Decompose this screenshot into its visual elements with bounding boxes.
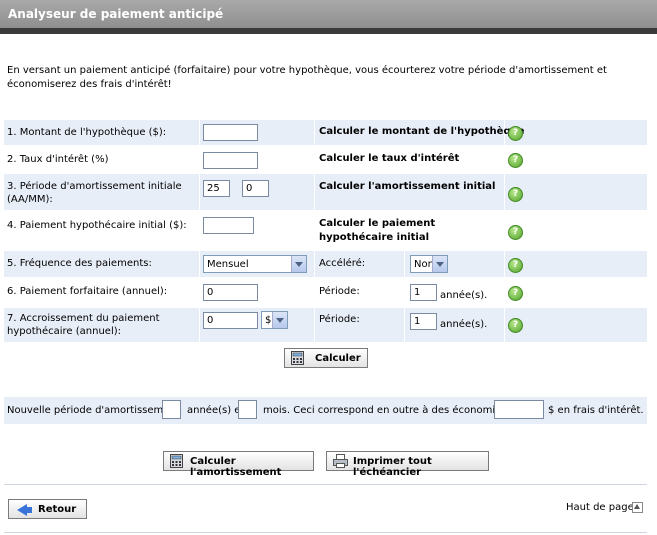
result-suffix: $ en frais d'intérêt.	[548, 405, 644, 416]
divider	[4, 484, 647, 485]
interest-rate-label: 2. Taux d'intérêt (%)	[7, 154, 109, 165]
payment-increase-label: 7. Accroissement du paiement hypothécair…	[7, 313, 160, 337]
payment-frequency-label: 5. Fréquence des paiements:	[7, 258, 152, 269]
footer-divider	[4, 532, 647, 533]
interest-rate-input[interactable]	[203, 152, 258, 169]
calc-amortization-label: Calculer l'amortissement	[190, 456, 282, 478]
back-to-top-link[interactable]: Haut de page	[566, 502, 634, 513]
initial-payment-input[interactable]	[203, 217, 254, 234]
lump-sum-period-input[interactable]	[410, 284, 437, 301]
accelerated-select[interactable]: Non	[410, 255, 448, 273]
header-divider	[0, 28, 657, 34]
payment-increase-input[interactable]	[203, 312, 258, 329]
calc-amortization-link[interactable]: Calculer l'amortissement initial	[319, 180, 495, 194]
help-icon[interactable]: ?	[508, 126, 523, 141]
payment-increase-period-label: Période:	[319, 314, 360, 325]
calc-interest-rate-link[interactable]: Calculer le taux d'intérêt	[319, 152, 459, 166]
calculate-button-label: Calculer	[315, 353, 361, 364]
help-icon[interactable]: ?	[508, 153, 523, 168]
calc-amortization-button[interactable]: Calculer l'amortissement	[163, 451, 314, 478]
back-button-label: Retour	[38, 504, 77, 515]
row-lump-sum: 6. Paiement forfaitaire (annuel): Périod…	[4, 279, 647, 307]
lump-sum-input[interactable]	[203, 284, 258, 301]
help-icon[interactable]: ?	[508, 318, 523, 333]
help-icon[interactable]: ?	[508, 258, 523, 273]
payment-frequency-select[interactable]: Mensuel	[203, 255, 307, 273]
new-amortization-months-field[interactable]	[238, 400, 257, 419]
row-payment-frequency: 5. Fréquence des paiements: Mensuel Accé…	[4, 251, 647, 277]
result-row: Nouvelle période d'amortissement année(s…	[4, 397, 647, 424]
amortization-months-input[interactable]	[242, 180, 269, 197]
calc-mortgage-amount-link[interactable]: Calculer le montant de l'hypothèque	[319, 125, 525, 139]
chevron-down-icon	[291, 256, 306, 272]
calculator-icon	[291, 351, 304, 365]
amortization-years-input[interactable]	[203, 180, 230, 197]
amortization-label: 3. Période d'amortissement initiale (AA/…	[7, 181, 182, 205]
interest-savings-field[interactable]	[494, 400, 544, 419]
row-mortgage-amount: 1. Montant de l'hypothèque ($): Calculer…	[4, 120, 647, 145]
lump-sum-label: 6. Paiement forfaitaire (annuel):	[7, 286, 168, 297]
chevron-down-icon	[272, 312, 287, 328]
mortgage-amount-input[interactable]	[203, 124, 258, 141]
page-title: Analyseur de paiement anticipé	[8, 7, 224, 21]
mortgage-amount-label: 1. Montant de l'hypothèque ($):	[7, 127, 167, 138]
help-icon[interactable]: ?	[508, 286, 523, 301]
chevron-down-icon	[432, 256, 447, 272]
new-amortization-years-field[interactable]	[162, 400, 181, 419]
row-interest-rate: 2. Taux d'intérêt (%) Calculer le taux d…	[4, 146, 647, 172]
result-months-unit: mois. Ceci correspond en outre à des éco…	[263, 405, 523, 416]
intro-text: En versant un paiement anticipé (forfait…	[7, 65, 607, 90]
payment-increase-type-select[interactable]: $	[261, 311, 288, 329]
print-schedule-button[interactable]: Imprimer tout l'échéancier	[326, 451, 489, 478]
help-icon[interactable]: ?	[508, 225, 523, 240]
row-initial-payment: 4. Paiement hypothécaire initial ($): Ca…	[4, 211, 647, 249]
header: Analyseur de paiement anticipé	[0, 0, 657, 28]
calculate-button[interactable]: Calculer	[284, 348, 368, 368]
help-icon[interactable]: ?	[508, 187, 523, 202]
payment-increase-period-input[interactable]	[410, 313, 437, 330]
printer-icon	[333, 454, 348, 468]
row-payment-increase: 7. Accroissement du paiement hypothécair…	[4, 308, 647, 342]
calc-initial-payment-link[interactable]: Calculer le paiement hypothécaire initia…	[319, 217, 499, 245]
print-schedule-label: Imprimer tout l'échéancier	[353, 456, 432, 478]
row-amortization: 3. Période d'amortissement initiale (AA/…	[4, 174, 647, 210]
payment-increase-period-unit: année(s).	[440, 319, 488, 330]
accelerated-label: Accéléré:	[319, 258, 366, 269]
calculator-icon	[170, 454, 183, 468]
result-prefix: Nouvelle période d'amortissement	[7, 405, 180, 416]
lump-sum-period-unit: année(s).	[440, 290, 488, 301]
result-years-unit: année(s) et	[187, 405, 245, 416]
arrow-up-icon[interactable]	[632, 502, 643, 513]
back-button[interactable]: Retour	[8, 499, 87, 519]
lump-sum-period-label: Période:	[319, 286, 360, 297]
initial-payment-label: 4. Paiement hypothécaire initial ($):	[7, 220, 187, 231]
